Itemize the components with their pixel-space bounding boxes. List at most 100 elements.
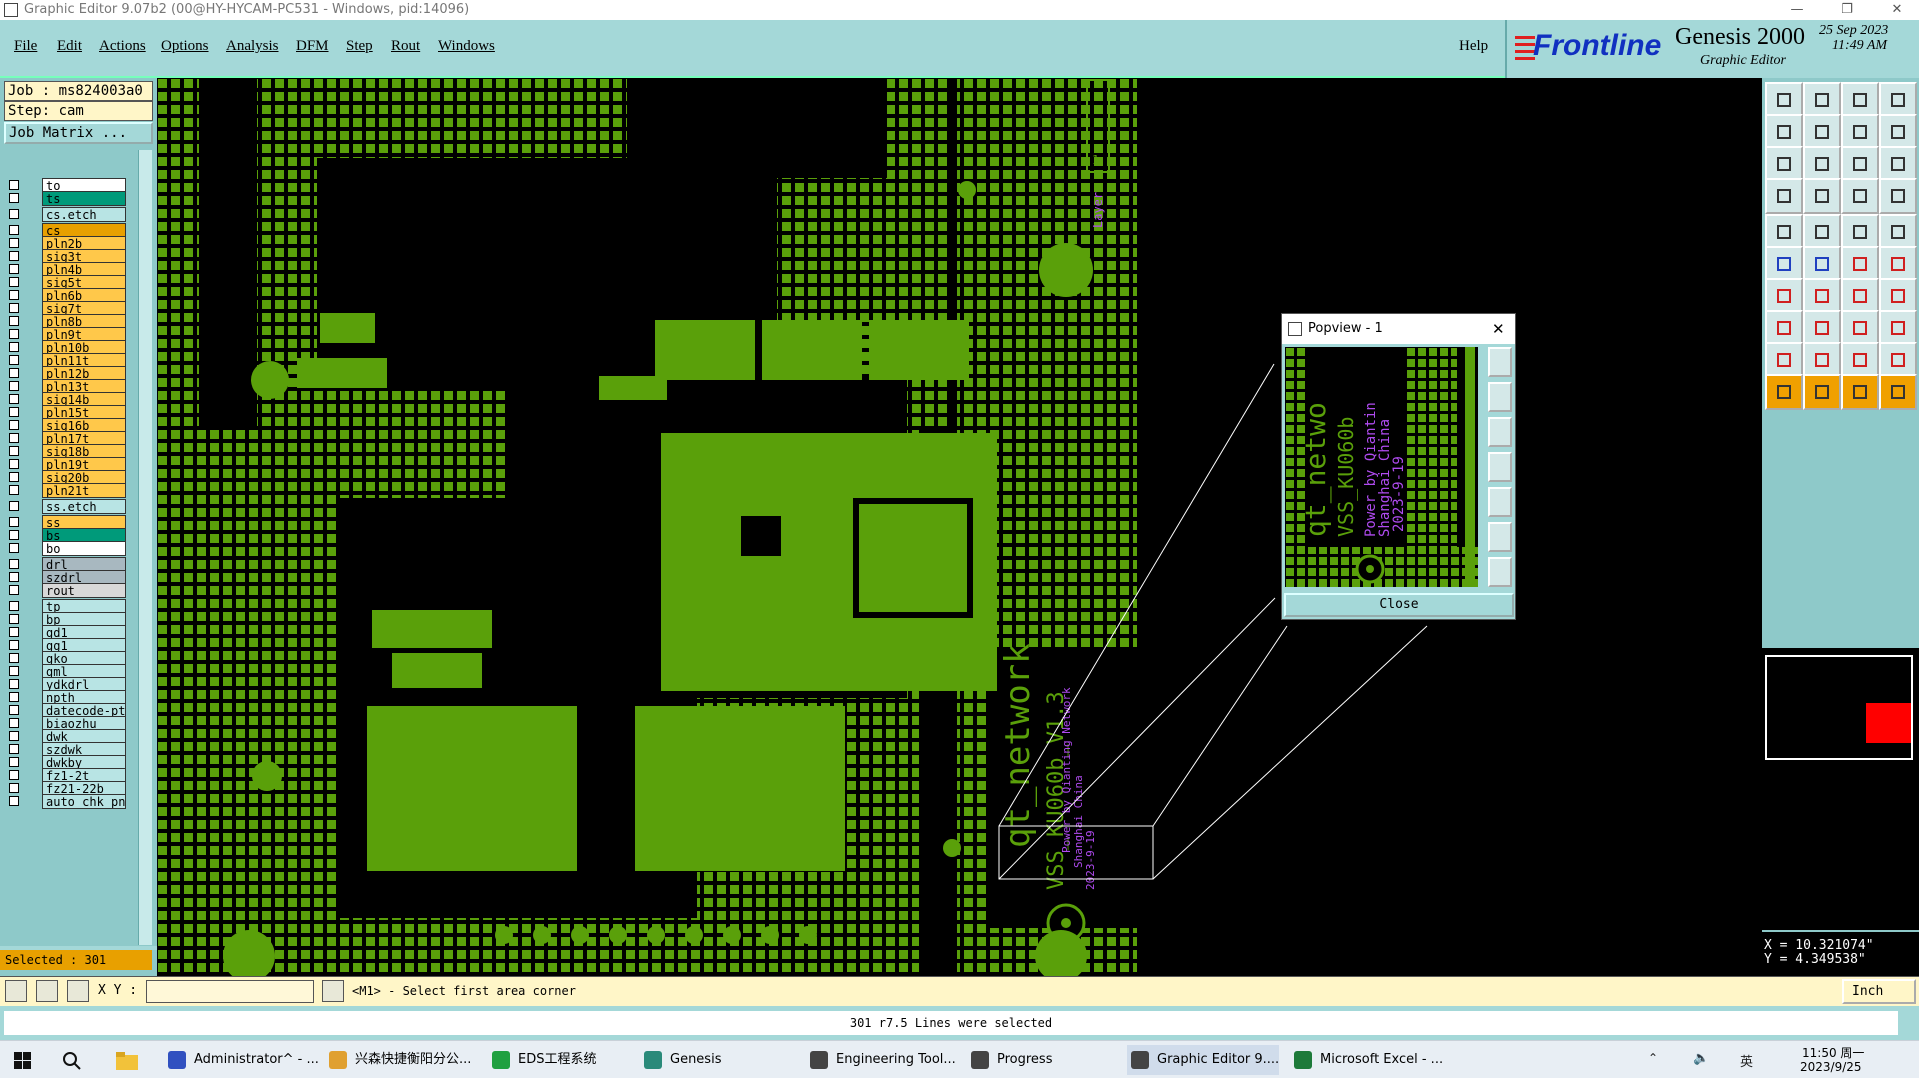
xy-input[interactable]: [146, 980, 314, 1003]
pop-center-icon[interactable]: [1488, 557, 1512, 587]
layer-row[interactable]: cs.etch: [4, 207, 126, 222]
cursor-mode-icon[interactable]: [322, 980, 344, 1002]
task-graphic-editor[interactable]: Graphic Editor 9....: [1127, 1045, 1280, 1075]
overview-minimap[interactable]: [1762, 648, 1919, 930]
layer-row[interactable]: bo: [4, 541, 126, 556]
layer-affected-checkbox[interactable]: [9, 381, 19, 391]
layer-affected-checkbox[interactable]: [9, 627, 19, 637]
menu-windows[interactable]: Windows: [438, 38, 495, 55]
layer-affected-checkbox[interactable]: [9, 640, 19, 650]
clock-time[interactable]: 11:50 周一: [1802, 1044, 1864, 1061]
grid-snap-icon[interactable]: [1879, 178, 1917, 214]
search-icon[interactable]: [62, 1051, 82, 1071]
file-explorer-icon[interactable]: [116, 1052, 138, 1070]
layer-affected-checkbox[interactable]: [9, 472, 19, 482]
pop-expand-icon[interactable]: [1488, 522, 1512, 552]
dot-icon[interactable]: [1765, 310, 1803, 346]
layer-affected-checkbox[interactable]: [9, 601, 19, 611]
layer-affected-checkbox[interactable]: [9, 329, 19, 339]
select-poly-icon[interactable]: [1841, 374, 1879, 410]
mirror-icon[interactable]: [1841, 310, 1879, 346]
minimize-button[interactable]: —: [1777, 0, 1817, 20]
task-genesis[interactable]: Genesis: [640, 1045, 721, 1075]
maximize-button[interactable]: ❐: [1827, 0, 1867, 20]
measure-icon[interactable]: [36, 980, 58, 1002]
menu-step[interactable]: Step: [346, 38, 373, 55]
layer-affected-checkbox[interactable]: [9, 485, 19, 495]
measure-icon[interactable]: [1841, 214, 1879, 250]
layer-affected-checkbox[interactable]: [9, 264, 19, 274]
layer-row[interactable]: auto_chk_pn: [4, 794, 126, 809]
layer-affected-checkbox[interactable]: [9, 501, 19, 511]
node-icon[interactable]: [1765, 246, 1803, 282]
popview-close-icon[interactable]: ✕: [1492, 314, 1505, 344]
pop-zoom-in-icon[interactable]: [1488, 382, 1512, 412]
text-c-icon[interactable]: [1879, 342, 1917, 378]
menu-rout[interactable]: Rout: [391, 38, 420, 55]
layer-affected-checkbox[interactable]: [9, 517, 19, 527]
layer-row[interactable]: pln21t: [4, 483, 126, 498]
arc-icon[interactable]: [1841, 246, 1879, 282]
layer-affected-checkbox[interactable]: [9, 666, 19, 676]
layer-affected-checkbox[interactable]: [9, 459, 19, 469]
layer-name[interactable]: bo: [42, 541, 126, 556]
volume-icon[interactable]: 🔈: [1693, 1051, 1709, 1066]
layer-affected-checkbox[interactable]: [9, 559, 19, 569]
layer-affected-checkbox[interactable]: [9, 718, 19, 728]
menu-dfm[interactable]: DFM: [296, 38, 329, 55]
layer-affected-checkbox[interactable]: [9, 251, 19, 261]
layer-affected-checkbox[interactable]: [9, 355, 19, 365]
layer-affected-checkbox[interactable]: [9, 770, 19, 780]
tray-up-arrow-icon[interactable]: ⌃: [1648, 1051, 1658, 1065]
line-icon[interactable]: [1803, 214, 1841, 250]
pad-icon[interactable]: [1765, 214, 1803, 250]
units-select[interactable]: Inch: [1842, 979, 1916, 1004]
rotate-icon[interactable]: [1841, 278, 1879, 314]
layer-affected-checkbox[interactable]: [9, 290, 19, 300]
pop-pan-left-icon[interactable]: [1488, 452, 1512, 482]
layer-name[interactable]: cs.etch: [42, 207, 126, 222]
menu-edit[interactable]: Edit: [57, 38, 82, 55]
graphic-canvas[interactable]: 1 Layer qt_network VSS_KU060b_V1.3 Power…: [157, 78, 1762, 976]
layer-affected-checkbox[interactable]: [9, 585, 19, 595]
layer-affected-checkbox[interactable]: [9, 783, 19, 793]
slope-icon[interactable]: [1765, 278, 1803, 314]
menu-analysis[interactable]: Analysis: [226, 38, 279, 55]
task-excel[interactable]: Microsoft Excel - ...: [1290, 1045, 1443, 1075]
layer-affected-checkbox[interactable]: [9, 193, 19, 203]
task-engineering-tools[interactable]: Engineering Tool...: [806, 1045, 956, 1075]
layer-affected-checkbox[interactable]: [9, 543, 19, 553]
layer-row[interactable]: rout: [4, 583, 126, 598]
layer-name[interactable]: ts: [42, 191, 126, 206]
layer-row[interactable]: ts: [4, 191, 126, 206]
pop-pan-right-icon[interactable]: [1488, 487, 1512, 517]
text-a-icon[interactable]: [1803, 342, 1841, 378]
layer-affected-checkbox[interactable]: [9, 757, 19, 767]
layer-affected-checkbox[interactable]: [9, 433, 19, 443]
layer-affected-checkbox[interactable]: [9, 407, 19, 417]
scale-icon[interactable]: [1841, 146, 1879, 182]
pop-zoom-out-icon[interactable]: [1488, 417, 1512, 447]
fit-icon[interactable]: [1841, 114, 1879, 150]
snap-icon[interactable]: [1841, 178, 1879, 214]
popview-close-button[interactable]: Close: [1284, 593, 1514, 617]
split-icon[interactable]: [1879, 278, 1917, 314]
layer-affected-checkbox[interactable]: [9, 238, 19, 248]
menu-options[interactable]: Options: [161, 38, 209, 55]
job-matrix-button[interactable]: Job Matrix ...: [4, 122, 153, 144]
help-icon[interactable]: [1879, 146, 1917, 182]
minimap-viewport[interactable]: [1866, 703, 1911, 743]
layer-affected-checkbox[interactable]: [9, 446, 19, 456]
grid-icon[interactable]: [67, 980, 89, 1002]
layer-affected-checkbox[interactable]: [9, 692, 19, 702]
layer-name[interactable]: ss.etch: [42, 499, 126, 514]
task-administrator[interactable]: Administrator^ - ...: [164, 1045, 319, 1075]
layer-affected-checkbox[interactable]: [9, 180, 19, 190]
ime-indicator[interactable]: 英: [1740, 1051, 1753, 1070]
select-arrow-icon[interactable]: [1765, 374, 1803, 410]
layer-affected-checkbox[interactable]: [9, 277, 19, 287]
triangle-icon[interactable]: [1765, 342, 1803, 378]
close-window-button[interactable]: ✕: [1877, 0, 1917, 20]
menu-actions[interactable]: Actions: [99, 38, 146, 55]
layer-name[interactable]: auto_chk_pn: [42, 794, 126, 809]
